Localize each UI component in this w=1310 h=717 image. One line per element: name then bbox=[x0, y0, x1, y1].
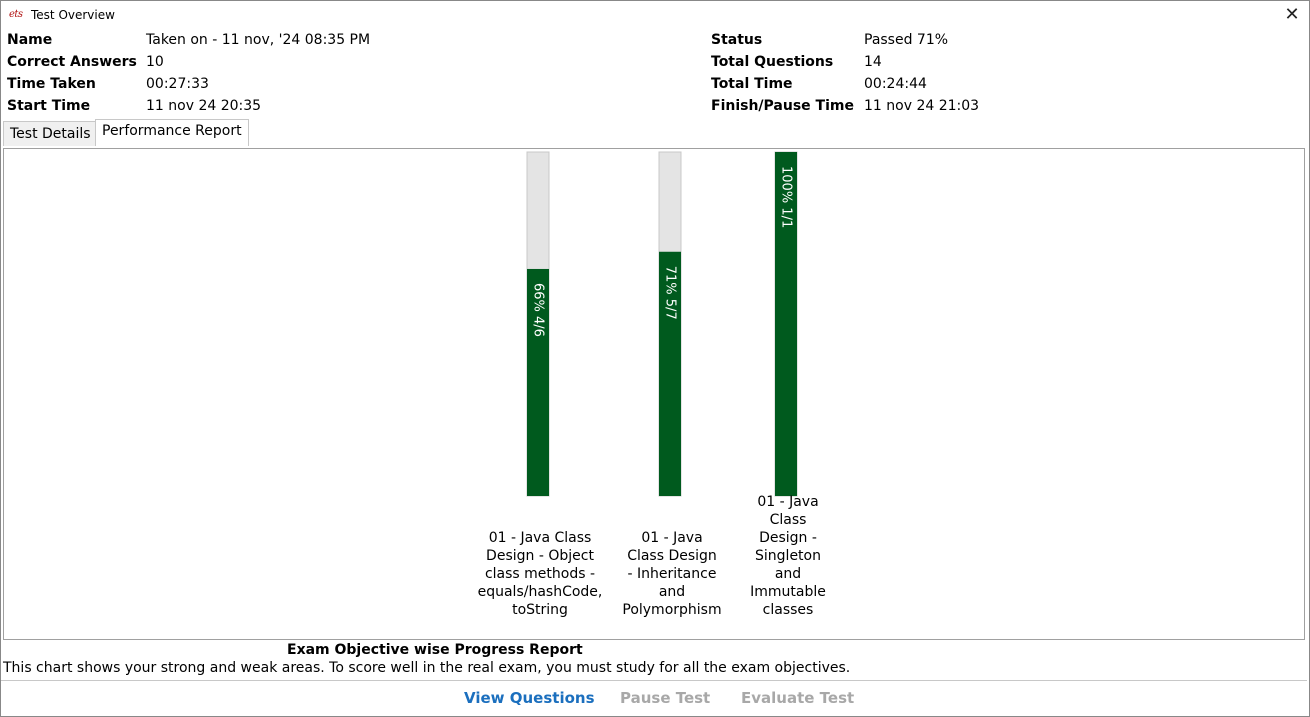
tab-test-details[interactable]: Test Details bbox=[3, 121, 98, 146]
view-questions-button[interactable]: View Questions bbox=[464, 689, 595, 707]
category-label: 01 - Java bbox=[757, 494, 818, 510]
bar-group: 100% 1/1 01 - Java Class Design - Singleton a… bbox=[750, 151, 826, 618]
progress-chart: 66% 4/6 01 - Java Class Design - Object cla… bbox=[478, 151, 826, 618]
summary-label: Total Questions bbox=[711, 54, 834, 70]
bar-value-label: 66% 4/6 bbox=[531, 283, 546, 337]
evaluate-test-button[interactable]: Evaluate Test bbox=[741, 689, 854, 707]
summary-label: Correct Answers bbox=[7, 54, 137, 70]
summary-value: 11 nov 24 20:35 bbox=[146, 98, 262, 114]
category-label: - Inheritance bbox=[628, 566, 717, 582]
summary-label: Finish/Pause Time bbox=[711, 98, 854, 114]
category-label: Immutable bbox=[750, 584, 826, 600]
category-label: and bbox=[775, 566, 801, 582]
summary-value: Taken on - 11 nov, '24 08:35 PM bbox=[146, 32, 371, 48]
category-label: class methods - bbox=[485, 566, 595, 582]
summary-label: Name bbox=[7, 32, 53, 48]
divider bbox=[1, 680, 1307, 681]
summary-label: Start Time bbox=[7, 98, 91, 114]
category-label: Polymorphism bbox=[622, 602, 721, 618]
category-label: Design - bbox=[759, 530, 817, 546]
chart-description: This chart shows your strong and weak ar… bbox=[3, 660, 851, 676]
summary-value: 10 bbox=[146, 54, 164, 70]
category-label: classes bbox=[763, 602, 814, 618]
tab-performance-report[interactable]: Performance Report bbox=[95, 119, 249, 146]
category-label: and bbox=[659, 584, 685, 600]
bar-group: 71% 5/7 01 - Java Class Design - Inheritanc… bbox=[622, 151, 722, 618]
bar-value-label: 100% 1/1 bbox=[779, 166, 794, 228]
window-title: Test Overview bbox=[31, 8, 115, 22]
category-label: Singleton bbox=[755, 548, 821, 564]
summary-label: Status bbox=[711, 32, 763, 48]
summary-label: Time Taken bbox=[7, 76, 96, 92]
summary-label: Total Time bbox=[711, 76, 793, 92]
bar-group: 66% 4/6 01 - Java Class Design - Object cla… bbox=[478, 151, 603, 618]
summary-value: 11 nov 24 21:03 bbox=[864, 98, 980, 114]
summary-value: Passed 71% bbox=[864, 32, 949, 48]
summary-value: 00:27:33 bbox=[146, 76, 209, 92]
performance-report-panel: 66% 4/6 01 - Java Class Design - Object cla… bbox=[3, 148, 1305, 640]
category-label: 01 - Java bbox=[641, 530, 702, 546]
title-bar: ets Test Overview ✕ bbox=[1, 1, 1309, 31]
chart-title: Exam Objective wise Progress Report bbox=[287, 642, 583, 658]
app-logo-icon: ets bbox=[9, 9, 23, 20]
category-label: equals/hashCode, bbox=[478, 584, 603, 600]
bar-value-label: 71% 5/7 bbox=[663, 266, 678, 320]
category-label: Design - Object bbox=[486, 548, 594, 564]
summary-value: 14 bbox=[864, 54, 882, 70]
summary-value: 00:24:44 bbox=[864, 76, 927, 92]
category-label: Class Design bbox=[627, 548, 717, 564]
category-label: 01 - Java Class bbox=[489, 530, 592, 546]
category-label: Class bbox=[770, 512, 807, 528]
category-label: toString bbox=[512, 602, 568, 618]
pause-test-button[interactable]: Pause Test bbox=[620, 689, 710, 707]
close-icon[interactable]: ✕ bbox=[1281, 5, 1303, 27]
